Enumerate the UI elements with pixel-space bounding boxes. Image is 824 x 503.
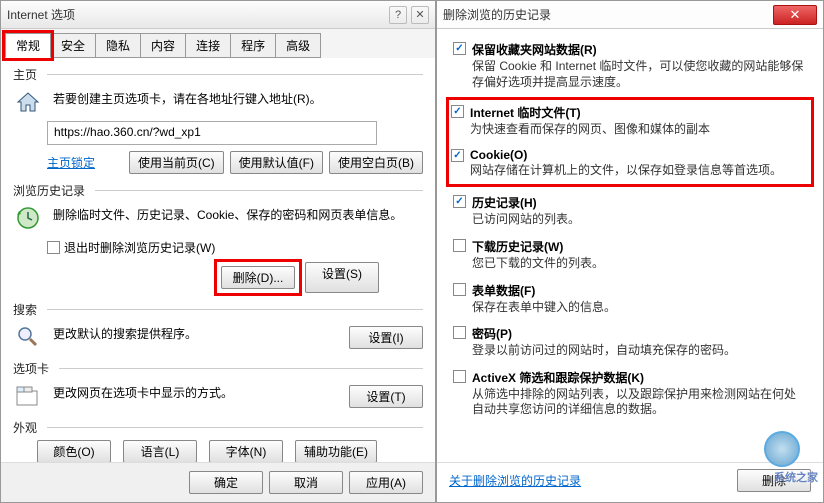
- check-item-tempfiles: Internet 临时文件(T) 为快速查看而保存的网页、图像和媒体的副本: [451, 104, 809, 138]
- dlhist-checkbox[interactable]: [453, 239, 466, 252]
- tab-programs[interactable]: 程序: [230, 33, 276, 58]
- homepage-hint: 若要创建主页选项卡，请在各地址行键入地址(R)。: [53, 87, 423, 108]
- check-item-dlhist: 下载历史记录(W) 您已下载的文件的列表。: [453, 238, 807, 272]
- homepage-url-input[interactable]: https://hao.360.cn/?wd_xp1: [47, 121, 377, 145]
- close-button[interactable]: ✕: [773, 5, 817, 25]
- left-titlebar: Internet 选项 ? ✕: [1, 1, 435, 29]
- passwords-desc: 登录以前访问过的网站时，自动填充保存的密码。: [472, 343, 807, 359]
- left-title: Internet 选项: [7, 6, 385, 23]
- tab-content[interactable]: 内容: [140, 33, 186, 58]
- check-item-history: 历史记录(H) 已访问网站的列表。: [453, 194, 807, 228]
- tab-general[interactable]: 常规: [5, 33, 51, 58]
- right-delete-button[interactable]: 删除: [737, 469, 811, 492]
- highlighted-items-box: Internet 临时文件(T) 为快速查看而保存的网页、图像和媒体的副本 Co…: [449, 100, 811, 184]
- tempfiles-checkbox[interactable]: [451, 105, 464, 118]
- formdata-desc: 保存在表单中键入的信息。: [472, 300, 807, 316]
- exit-delete-checkbox[interactable]: [47, 241, 60, 254]
- cookie-desc: 网站存储在计算机上的文件，以保存如登录信息等首选项。: [470, 163, 809, 179]
- history-desc: 删除临时文件、历史记录、Cookie、保存的密码和网页表单信息。: [53, 203, 423, 224]
- search-icon: [13, 322, 43, 352]
- use-current-button[interactable]: 使用当前页(C): [129, 151, 224, 174]
- right-title: 删除浏览的历史记录: [443, 6, 769, 23]
- check-item-formdata: 表单数据(F) 保存在表单中键入的信息。: [453, 282, 807, 316]
- check-item-cookie: Cookie(O) 网站存储在计算机上的文件，以保存如登录信息等首选项。: [451, 148, 809, 179]
- history-settings-button[interactable]: 设置(S): [305, 262, 379, 293]
- cancel-button[interactable]: 取消: [269, 471, 343, 494]
- close-icon[interactable]: ✕: [411, 6, 429, 24]
- group-tabs-label: 选项卡: [13, 360, 49, 377]
- favorites-checkbox[interactable]: [453, 42, 466, 55]
- tabs-desc: 更改网页在选项卡中显示的方式。: [53, 381, 343, 402]
- favorites-desc: 保留 Cookie 和 Internet 临时文件，可以使您收藏的网站能够保存偏…: [472, 59, 807, 90]
- cookie-checkbox[interactable]: [451, 149, 464, 162]
- check-item-passwords: 密码(P) 登录以前访问过的网站时，自动填充保存的密码。: [453, 325, 807, 359]
- tab-privacy[interactable]: 隐私: [95, 33, 141, 58]
- tempfiles-title: Internet 临时文件(T): [470, 104, 809, 121]
- tempfiles-desc: 为快速查看而保存的网页、图像和媒体的副本: [470, 122, 809, 138]
- formdata-title: 表单数据(F): [472, 282, 807, 299]
- home-icon: [13, 87, 43, 117]
- group-history-label: 浏览历史记录: [13, 182, 85, 199]
- dlhist-title: 下载历史记录(W): [472, 238, 807, 255]
- tabs-icon: [13, 381, 43, 411]
- group-homepage-label: 主页: [13, 66, 37, 83]
- favorites-title: 保留收藏夹网站数据(R): [472, 41, 807, 58]
- language-button[interactable]: 语言(L): [123, 440, 197, 462]
- search-desc: 更改默认的搜索提供程序。: [53, 322, 343, 343]
- right-titlebar: 删除浏览的历史记录 ✕: [437, 1, 823, 29]
- history-icon: [13, 203, 43, 233]
- tab-security[interactable]: 安全: [50, 33, 96, 58]
- accessibility-button[interactable]: 辅助功能(E): [295, 440, 377, 462]
- check-item-favorites: 保留收藏夹网站数据(R) 保留 Cookie 和 Internet 临时文件，可…: [453, 41, 807, 90]
- tab-advanced[interactable]: 高级: [275, 33, 321, 58]
- exit-delete-label: 退出时删除浏览历史记录(W): [64, 239, 215, 256]
- history-desc2: 已访问网站的列表。: [472, 212, 807, 228]
- tab-connections[interactable]: 连接: [185, 33, 231, 58]
- font-button[interactable]: 字体(N): [209, 440, 283, 462]
- use-default-button[interactable]: 使用默认值(F): [230, 151, 323, 174]
- dlhist-desc: 您已下载的文件的列表。: [472, 256, 807, 272]
- history-title: 历史记录(H): [472, 194, 807, 211]
- color-button[interactable]: 颜色(O): [37, 440, 111, 462]
- use-blank-button[interactable]: 使用空白页(B): [329, 151, 423, 174]
- activex-title: ActiveX 筛选和跟踪保护数据(K): [472, 369, 807, 386]
- delete-history-button[interactable]: 删除(D)...: [221, 266, 295, 289]
- homepage-lock-link[interactable]: 主页锁定: [47, 154, 95, 171]
- activex-desc: 从筛选中排除的网站列表，以及跟踪保护用来检测网站在何处自动共享您访问的详细信息的…: [472, 387, 807, 418]
- ok-button[interactable]: 确定: [189, 471, 263, 494]
- history-checkbox[interactable]: [453, 195, 466, 208]
- activex-checkbox[interactable]: [453, 370, 466, 383]
- group-appearance-label: 外观: [13, 419, 37, 436]
- passwords-title: 密码(P): [472, 325, 807, 342]
- group-search-label: 搜索: [13, 301, 37, 318]
- search-settings-button[interactable]: 设置(I): [349, 326, 423, 349]
- formdata-checkbox[interactable]: [453, 283, 466, 296]
- cookie-title: Cookie(O): [470, 148, 809, 162]
- help-icon[interactable]: ?: [389, 6, 407, 24]
- passwords-checkbox[interactable]: [453, 326, 466, 339]
- about-delete-link[interactable]: 关于删除浏览的历史记录: [449, 472, 581, 489]
- check-item-activex: ActiveX 筛选和跟踪保护数据(K) 从筛选中排除的网站列表，以及跟踪保护用…: [453, 369, 807, 418]
- tabs-settings-button[interactable]: 设置(T): [349, 385, 423, 408]
- tab-strip: 常规 安全 隐私 内容 连接 程序 高级: [1, 29, 435, 58]
- apply-button[interactable]: 应用(A): [349, 471, 423, 494]
